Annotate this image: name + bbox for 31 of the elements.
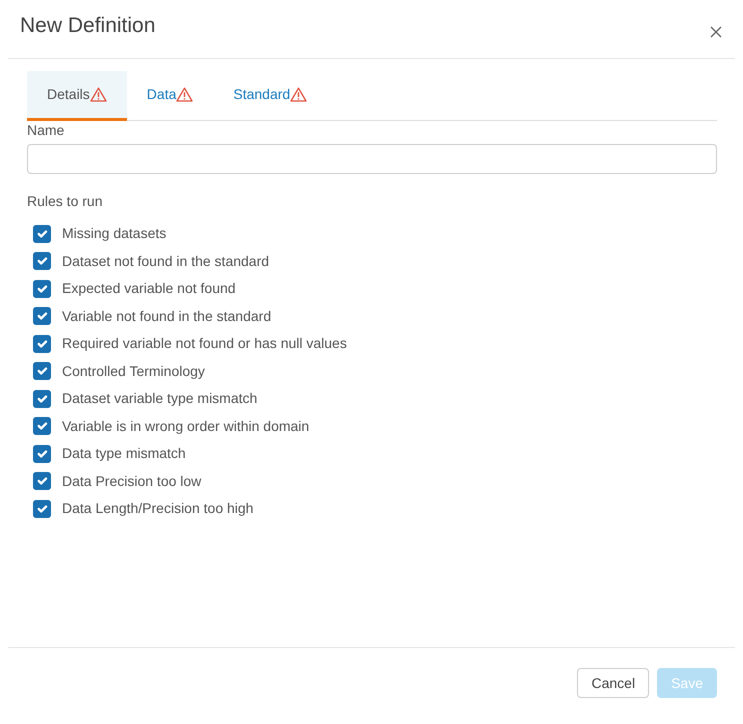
checkbox-label: Data Precision too low <box>62 472 202 491</box>
tab[interactable]: Details <box>27 71 127 121</box>
tab[interactable]: Standard <box>213 71 328 121</box>
section-label: Rules to run <box>27 193 104 209</box>
checkbox[interactable] <box>33 390 51 408</box>
tab[interactable]: Data <box>126 71 214 121</box>
checkbox-label: Controlled Terminology <box>62 362 205 381</box>
checkbox-label: Dataset variable type mismatch <box>62 389 258 408</box>
checkbox[interactable] <box>33 417 51 436</box>
checkbox-label: Required variable not found or has null values <box>62 334 347 354</box>
checkbox[interactable] <box>33 252 51 270</box>
checkbox[interactable] <box>33 224 51 243</box>
checkbox[interactable] <box>33 444 51 463</box>
name-input[interactable] <box>27 144 717 174</box>
checkbox[interactable] <box>33 500 51 518</box>
cancel-button[interactable]: Cancel <box>577 668 650 698</box>
checkbox[interactable] <box>33 307 51 326</box>
checkbox[interactable] <box>33 280 51 298</box>
checkbox-label: Dataset not found in the standard <box>62 252 270 271</box>
checkbox[interactable] <box>33 472 51 490</box>
checkbox-label: Missing datasets <box>62 224 166 244</box>
checkbox-label: Expected variable not found <box>62 279 236 298</box>
checkbox[interactable] <box>33 362 51 380</box>
dialog-title: New Definition <box>20 13 156 40</box>
checkbox[interactable] <box>33 334 51 353</box>
field-label: Name <box>27 122 66 138</box>
checkbox-label: Data Length/Precision too high <box>62 499 254 518</box>
checkbox-label: Variable is in wrong order within domain <box>62 416 310 436</box>
close-icon <box>710 26 722 38</box>
checkbox-label: Variable not found in the standard <box>62 306 272 326</box>
checkbox-label: Data type mismatch <box>62 444 186 464</box>
